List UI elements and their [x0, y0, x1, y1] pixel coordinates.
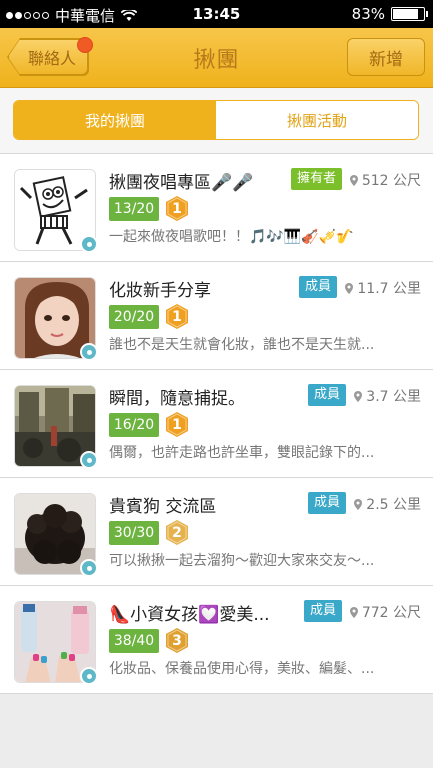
level-badge: 2	[166, 520, 188, 545]
group-description: 誰也不是天生就會化妝，誰也不是天生就...	[109, 337, 375, 353]
battery-icon	[391, 7, 428, 21]
distance-label: 512 公尺	[349, 170, 421, 190]
battery-percent: 83%	[351, 5, 385, 23]
role-badge: 成員	[307, 492, 346, 514]
nav-bar: 聯絡人 揪團 新增	[0, 28, 433, 88]
group-row[interactable]: 貴賓狗 交流區 成員 2.5 公里 30/30 2 可以揪揪一起去溜狗～歡迎大家來交友～.…	[0, 478, 433, 586]
tab-my-groups[interactable]: 我的揪團	[14, 101, 216, 139]
group-name: 化妝新手分享	[109, 281, 211, 301]
location-badge-icon	[80, 343, 98, 361]
group-name: 貴賓狗 交流區	[109, 497, 217, 517]
group-description: 化妝品、保養品使用心得，美妝、編髮、...	[109, 661, 375, 677]
status-bar: 中華電信 13:45 83%	[0, 0, 433, 28]
level-value: 3	[172, 632, 182, 649]
distance-value: 3.7 公里	[366, 389, 421, 405]
role-badge: 成員	[307, 384, 346, 406]
location-badge-icon	[80, 559, 98, 577]
segment-area: 我的揪團 揪團活動	[0, 88, 433, 154]
add-button[interactable]: 新增	[347, 38, 425, 76]
level-badge: 1	[166, 412, 188, 437]
level-value: 2	[172, 524, 182, 541]
group-name: 揪團夜唱專區🎤🎤	[109, 173, 254, 193]
member-count-badge: 30/30	[109, 521, 159, 545]
member-count-badge: 38/40	[109, 629, 159, 653]
group-row[interactable]: 揪團夜唱專區🎤🎤 擁有者 512 公尺 13/20 1 一起來做夜唱歌吧！！🎵🎶🎹🎻🎺🎷	[0, 154, 433, 262]
level-badge: 3	[166, 628, 188, 653]
tab-group-events[interactable]: 揪團活動	[216, 101, 418, 139]
member-count-badge: 13/20	[109, 197, 159, 221]
add-button-label: 新增	[369, 49, 403, 70]
level-value: 1	[172, 200, 182, 217]
group-row[interactable]: 👠小資女孩💟愛美... 成員 772 公尺 38/40 3 化妝品、保養品使用心得，美妝、…	[0, 586, 433, 694]
status-right: 83%	[351, 5, 428, 23]
group-description: 偶爾，也許走路也許坐車，雙眼記錄下的...	[109, 445, 375, 461]
location-badge-icon	[80, 235, 98, 253]
level-badge: 1	[166, 304, 188, 329]
distance-label: 772 公尺	[349, 602, 421, 622]
distance-value: 772 公尺	[361, 605, 421, 621]
role-badge: 成員	[303, 600, 342, 622]
group-list: 揪團夜唱專區🎤🎤 擁有者 512 公尺 13/20 1 一起來做夜唱歌吧！！🎵🎶🎹🎻🎺🎷 化…	[0, 154, 433, 694]
segmented-control: 我的揪團 揪團活動	[13, 100, 419, 140]
distance-label: 2.5 公里	[354, 494, 421, 514]
location-badge-icon	[80, 451, 98, 469]
location-badge-icon	[80, 667, 98, 685]
distance-value: 512 公尺	[361, 173, 421, 189]
group-description: 可以揪揪一起去溜狗～歡迎大家來交友～...	[109, 553, 375, 569]
level-badge: 1	[166, 196, 188, 221]
group-description: 一起來做夜唱歌吧！！🎵🎶🎹🎻🎺🎷	[109, 229, 354, 245]
distance-value: 11.7 公里	[357, 281, 421, 297]
distance-label: 3.7 公里	[354, 386, 421, 406]
level-value: 1	[172, 308, 182, 325]
level-value: 1	[172, 416, 182, 433]
distance-label: 11.7 公里	[345, 278, 421, 298]
group-row[interactable]: 瞬間，隨意捕捉。 成員 3.7 公里 16/20 1 偶爾，也許走路也許坐車，雙眼記錄下的…	[0, 370, 433, 478]
member-count-badge: 20/20	[109, 305, 159, 329]
role-badge: 成員	[298, 276, 337, 298]
role-badge: 擁有者	[290, 168, 342, 190]
group-name: 瞬間，隨意捕捉。	[109, 389, 245, 409]
group-name: 👠小資女孩💟愛美...	[109, 605, 270, 625]
member-count-badge: 16/20	[109, 413, 159, 437]
group-row[interactable]: 化妝新手分享 成員 11.7 公里 20/20 1 誰也不是天生就會化妝，誰也不是天生就.…	[0, 262, 433, 370]
battery-fill	[393, 9, 418, 19]
distance-value: 2.5 公里	[366, 497, 421, 513]
